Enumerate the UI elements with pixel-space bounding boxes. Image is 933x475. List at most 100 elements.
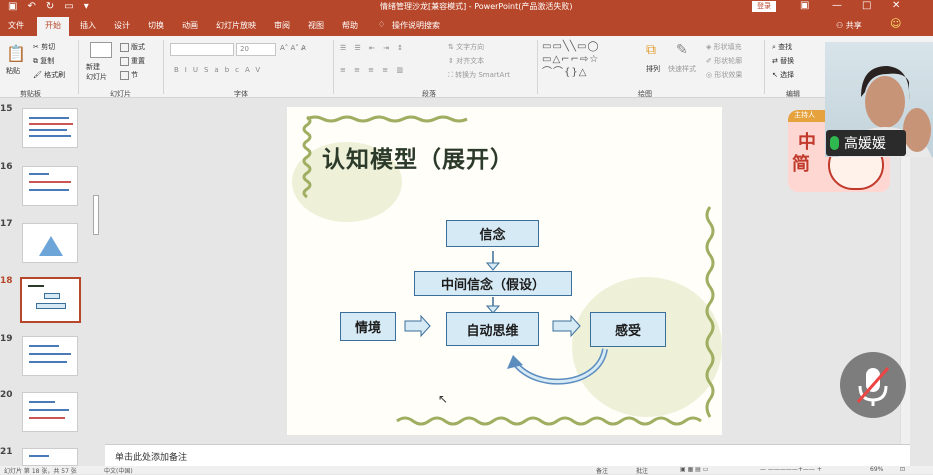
quick-styles-button[interactable]: 快速样式 bbox=[668, 64, 696, 74]
vine-border-top bbox=[306, 115, 468, 123]
login-button[interactable]: 登录 bbox=[752, 1, 776, 12]
tab-help[interactable]: 帮助 bbox=[342, 20, 358, 31]
tell-me-search[interactable]: 操作说明搜索 bbox=[392, 20, 440, 31]
shape-effects-button[interactable]: ◎ 形状效果 bbox=[706, 70, 742, 80]
shapes-gallery[interactable]: ▭▭╲╲▭◯ ▭△⌐⌐⇨☆ ⌒⌒{}△ bbox=[542, 40, 642, 80]
slide-thumbnail[interactable] bbox=[22, 108, 78, 148]
mouse-cursor-icon: ↖ bbox=[438, 392, 449, 406]
muted-microphone-icon bbox=[856, 367, 890, 406]
tab-slideshow[interactable]: 幻灯片放映 bbox=[216, 20, 256, 31]
pen-icon: ✐ bbox=[706, 57, 712, 65]
zoom-slider[interactable]: — —————+—— + bbox=[760, 466, 822, 473]
divider bbox=[764, 40, 765, 94]
find-button[interactable]: ⌕ 查找 bbox=[772, 42, 792, 52]
node-feeling[interactable]: 感受 bbox=[590, 312, 666, 347]
slide-number: 16 bbox=[0, 162, 13, 172]
paragraph-group-label: 段落 bbox=[422, 90, 436, 98]
slide-thumbnail[interactable] bbox=[22, 166, 78, 206]
font-format-buttons[interactable]: BIUSabcAV bbox=[174, 66, 266, 74]
editing-group-label: 编辑 bbox=[786, 90, 800, 98]
customize-toolbar-icon[interactable]: ▾ bbox=[84, 1, 89, 12]
thumbnail-scrollbar[interactable] bbox=[93, 195, 99, 235]
smiley-icon[interactable]: ☺ bbox=[890, 17, 901, 30]
new-slide-button[interactable]: 新建 幻灯片 bbox=[86, 62, 107, 82]
presenter-name: 高媛媛 bbox=[844, 136, 886, 152]
slide-number: 15 bbox=[0, 104, 13, 114]
tab-review[interactable]: 审阅 bbox=[274, 20, 290, 31]
cut-button[interactable]: ✂ 剪切 bbox=[33, 42, 55, 52]
slide-thumbnail[interactable] bbox=[22, 223, 78, 263]
close-icon[interactable]: ✕ bbox=[892, 0, 900, 11]
tab-animations[interactable]: 动画 bbox=[182, 20, 198, 31]
tab-view[interactable]: 视图 bbox=[308, 20, 324, 31]
node-automatic-thought[interactable]: 自动思维 bbox=[446, 312, 539, 346]
shape-fill-button[interactable]: ◈ 形状填充 bbox=[706, 42, 742, 52]
vine-border-bottom bbox=[396, 416, 702, 426]
start-from-beginning-icon[interactable]: ▭ bbox=[64, 1, 73, 12]
node-situation[interactable]: 情境 bbox=[340, 312, 396, 341]
slide-title[interactable]: 认知模型（展开） bbox=[322, 140, 514, 174]
shape-outline-button[interactable]: ✐ 形状轮廓 bbox=[706, 56, 742, 66]
font-grow-shrink-icons[interactable]: A˄ A˅ A̷ bbox=[280, 44, 306, 52]
tab-design[interactable]: 设计 bbox=[114, 20, 130, 31]
text-direction-icon: ⇅ bbox=[448, 43, 454, 51]
arrow-situation-to-auto bbox=[404, 314, 431, 338]
notes-placeholder: 单击此处添加备注 bbox=[115, 453, 188, 463]
format-painter-button[interactable]: 🖌 格式刷 bbox=[33, 70, 65, 80]
status-bar: 幻灯片 第 18 张，共 57 张 中文(中国) 备注 批注 ▣ ▦ ▤ ▭ —… bbox=[0, 466, 933, 475]
font-name-input[interactable] bbox=[170, 43, 234, 56]
section-button[interactable]: 节 bbox=[120, 70, 138, 80]
cursor-icon: ↖ bbox=[772, 71, 778, 79]
text-direction-button[interactable]: ⇅ 文字方向 bbox=[448, 42, 484, 52]
tab-home[interactable]: 开始 bbox=[37, 17, 69, 36]
slide-number: 19 bbox=[0, 334, 13, 344]
lightbulb-icon: ♢ bbox=[378, 20, 386, 29]
person-icon: ⚇ bbox=[836, 21, 846, 30]
mute-toggle[interactable] bbox=[840, 352, 906, 418]
select-button[interactable]: ↖ 选择 bbox=[772, 70, 794, 80]
layout-button[interactable]: 版式 bbox=[120, 42, 145, 52]
quick-access-toolbar: ▣ ↶ ↻ ▭ ▾ bbox=[8, 1, 89, 12]
share-button[interactable]: ⚇ 共享 bbox=[836, 20, 862, 31]
slide-thumbnail[interactable] bbox=[22, 392, 78, 432]
minimize-icon[interactable]: — bbox=[832, 0, 842, 11]
slide-number: 21 bbox=[0, 447, 13, 457]
paste-button[interactable]: 粘贴 bbox=[6, 66, 20, 76]
font-size-input[interactable]: 20 bbox=[236, 43, 276, 56]
new-slide-icon[interactable] bbox=[90, 42, 112, 58]
ribbon-tabs: 文件 开始 插入 设计 切换 动画 幻灯片放映 审阅 视图 帮助 ♢ 操作说明搜… bbox=[0, 14, 933, 36]
redo-icon[interactable]: ↻ bbox=[46, 1, 54, 12]
slide[interactable]: 认知模型（展开） 信念 中间信念（假设） 情境 自动思维 感受 bbox=[287, 107, 722, 435]
divider bbox=[537, 40, 538, 94]
align-text-button[interactable]: ⇕ 对齐文本 bbox=[448, 56, 484, 66]
smartart-button[interactable]: ⛶ 转换为 SmartArt bbox=[448, 70, 510, 80]
list-buttons[interactable]: ☰ ☰ ⇤ ⇥ ↕ bbox=[340, 44, 406, 52]
zoom-level[interactable]: 69% bbox=[870, 466, 883, 473]
undo-icon[interactable]: ↶ bbox=[27, 1, 35, 12]
ribbon-display-options-icon[interactable]: ▣ bbox=[800, 0, 809, 11]
arrange-button[interactable]: 排列 bbox=[646, 64, 660, 74]
layout-icon bbox=[120, 42, 129, 52]
fit-slide-icon[interactable]: ⊡ bbox=[900, 466, 905, 473]
maximize-icon[interactable]: □ bbox=[862, 0, 871, 11]
copy-button[interactable]: ⧉ 复制 bbox=[33, 56, 54, 66]
paste-icon[interactable]: 📋 bbox=[6, 44, 26, 63]
slides-group-label: 幻灯片 bbox=[110, 90, 131, 98]
save-icon[interactable]: ▣ bbox=[8, 1, 17, 12]
tab-file[interactable]: 文件 bbox=[8, 20, 24, 31]
replace-button[interactable]: ⇄ 替换 bbox=[772, 56, 794, 66]
notes-pane[interactable]: 单击此处添加备注 bbox=[105, 444, 910, 466]
node-intermediate-belief[interactable]: 中间信念（假设） bbox=[414, 271, 572, 296]
replace-icon: ⇄ bbox=[772, 57, 778, 65]
reset-icon bbox=[120, 56, 129, 66]
reset-button[interactable]: 重置 bbox=[120, 56, 145, 66]
tab-insert[interactable]: 插入 bbox=[80, 20, 96, 31]
node-belief[interactable]: 信念 bbox=[446, 220, 539, 247]
slide-thumbnail[interactable] bbox=[22, 448, 78, 466]
align-buttons[interactable]: ≡ ≡ ≡ ≡ ▥ bbox=[340, 66, 406, 74]
view-buttons[interactable]: ▣ ▦ ▤ ▭ bbox=[680, 466, 708, 473]
slide-thumbnail-current[interactable] bbox=[20, 277, 81, 323]
tab-transitions[interactable]: 切换 bbox=[148, 20, 164, 31]
slide-thumbnail[interactable] bbox=[22, 336, 78, 376]
brush-icon: 🖌 bbox=[33, 71, 42, 79]
